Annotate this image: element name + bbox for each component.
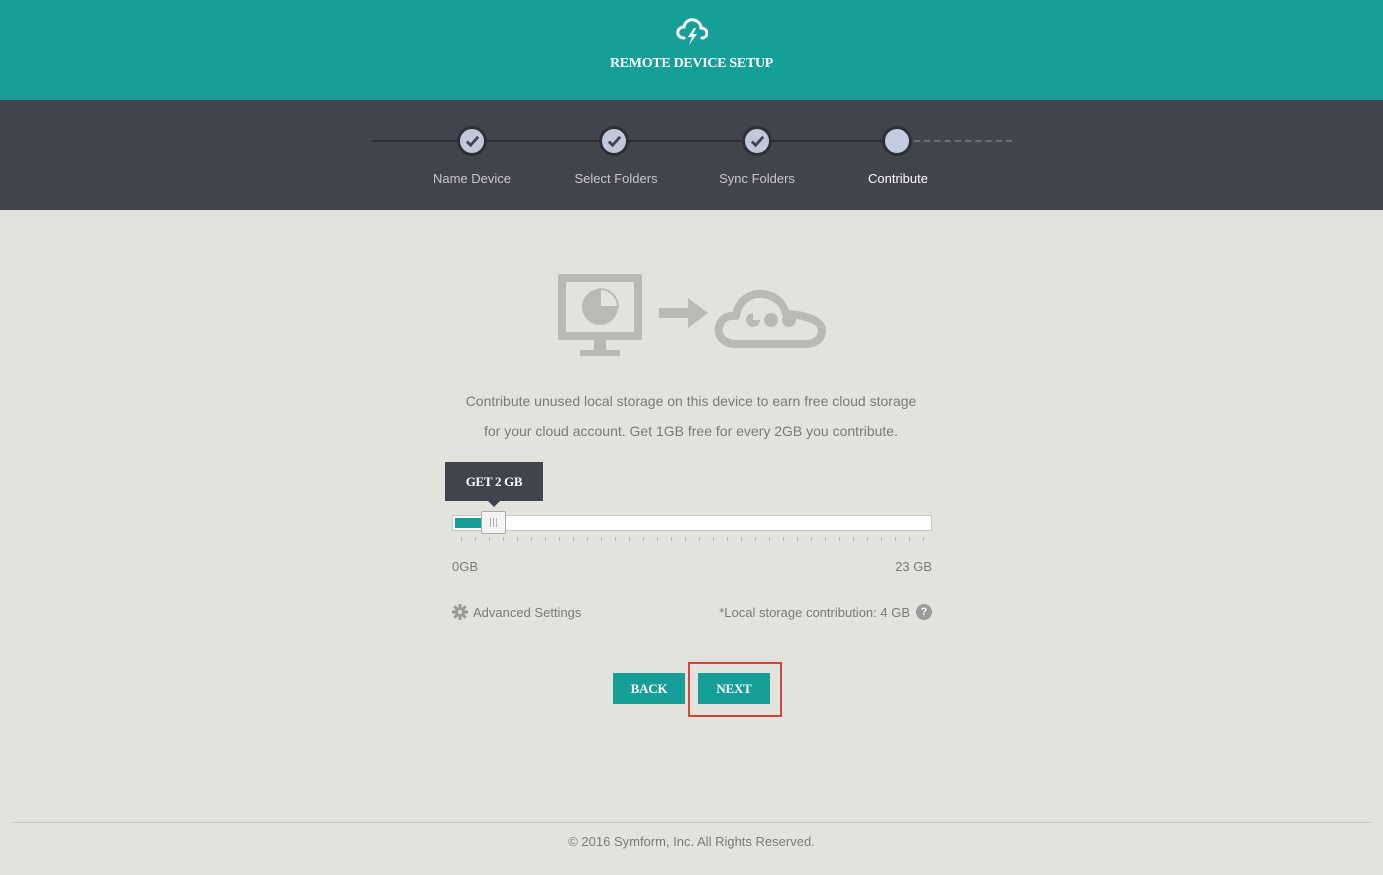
contribute-description: Contribute unused local storage on this …: [391, 386, 991, 446]
slider-tick: [475, 537, 476, 541]
slider-tick: [517, 537, 518, 541]
slider-tick: [741, 537, 742, 541]
slider-tick: [909, 537, 910, 541]
storage-slider-handle[interactable]: [481, 511, 506, 534]
slider-tick: [685, 537, 686, 541]
slider-tick: [713, 537, 714, 541]
slider-tick: [671, 537, 672, 541]
slider-tick: [853, 537, 854, 541]
step-label-select-folders: Select Folders: [574, 171, 658, 186]
page-title: REMOTE DEVICE SETUP: [609, 56, 774, 71]
step-name-device-check-icon: [457, 126, 487, 156]
slider-max-label: 23 GB: [895, 559, 932, 574]
monitor-icon: [558, 274, 642, 356]
slider-tick: [727, 537, 728, 541]
tooltip-arrow: [488, 501, 500, 507]
grip-line: [490, 518, 491, 527]
slider-tick: [461, 537, 462, 541]
slider-tooltip: GET 2 GB: [445, 462, 543, 501]
gear-icon: [452, 604, 468, 620]
device-to-cloud-illustration: [558, 274, 826, 356]
description-line-2: for your cloud account. Get 1GB free for…: [484, 423, 898, 439]
local-storage-contribution: *Local storage contribution: 4 GB ?: [660, 604, 932, 620]
step-sync-folders-check-icon: [742, 126, 772, 156]
slider-tick: [895, 537, 896, 541]
slider-tick: [503, 537, 504, 541]
cloud-icon: [714, 289, 826, 348]
slider-tick: [587, 537, 588, 541]
step-label-sync-folders: Sync Folders: [719, 171, 795, 186]
cloud-lightning-icon: [676, 18, 708, 45]
slider-tick: [615, 537, 616, 541]
step-label-contribute: Contribute: [868, 171, 928, 186]
storage-slider-fill: [455, 518, 481, 528]
contribution-text: *Local storage contribution: 4 GB: [719, 604, 910, 620]
footer-copyright: © 2016 Symform, Inc. All Rights Reserved…: [568, 834, 815, 849]
slider-tick: [825, 537, 826, 541]
check-icon: [465, 135, 479, 147]
slider-tick: [699, 537, 700, 541]
step-track: [372, 140, 897, 142]
check-icon: [607, 135, 621, 147]
storage-slider-track[interactable]: [452, 515, 932, 531]
grip-line: [493, 518, 494, 527]
help-icon[interactable]: ?: [916, 604, 932, 620]
slider-tick: [657, 537, 658, 541]
slider-tick: [881, 537, 882, 541]
slider-tick: [601, 537, 602, 541]
slider-tick: [783, 537, 784, 541]
advanced-settings-label[interactable]: Advanced Settings: [473, 605, 581, 620]
slider-tick: [489, 537, 490, 541]
slider-tick: [867, 537, 868, 541]
header-bar: REMOTE DEVICE SETUP: [0, 0, 1383, 100]
step-select-folders-check-icon: [599, 126, 629, 156]
slider-tick: [797, 537, 798, 541]
slider-tick: [573, 537, 574, 541]
slider-tick: [769, 537, 770, 541]
next-button-highlight: [688, 662, 782, 717]
step-track-remaining: [914, 140, 1012, 142]
slider-tick: [629, 537, 630, 541]
slider-tick: [643, 537, 644, 541]
footer-divider: [12, 822, 1371, 823]
back-button[interactable]: BACK: [613, 673, 685, 704]
grip-line: [496, 518, 497, 527]
slider-ticks: [461, 537, 924, 543]
check-icon: [750, 135, 764, 147]
advanced-settings-link[interactable]: Advanced Settings: [452, 604, 581, 620]
slider-tick: [559, 537, 560, 541]
step-label-name-device: Name Device: [432, 171, 512, 186]
description-line-1: Contribute unused local storage on this …: [465, 393, 917, 409]
slider-min-label: 0GB: [452, 559, 479, 574]
slider-tick: [811, 537, 812, 541]
step-contribute-current-dot: [882, 126, 912, 156]
step-progress-bar: Name Device Select Folders Sync Folders …: [0, 100, 1383, 210]
slider-tick: [923, 537, 924, 541]
slider-tick: [755, 537, 756, 541]
slider-tick: [839, 537, 840, 541]
arrow-right-icon: [659, 298, 708, 328]
slider-tick: [531, 537, 532, 541]
slider-tick: [545, 537, 546, 541]
